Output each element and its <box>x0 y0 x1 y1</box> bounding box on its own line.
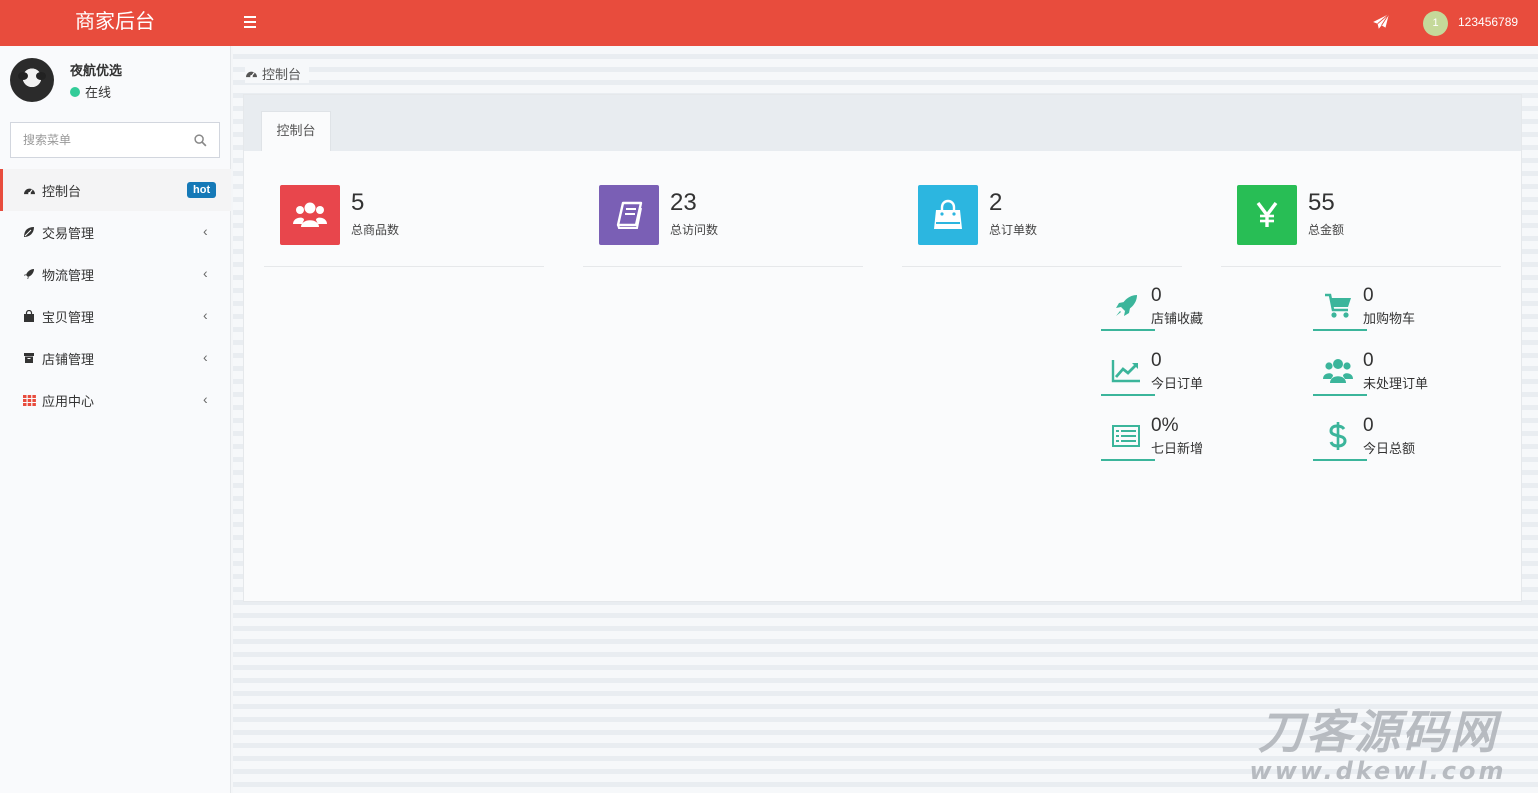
online-status: 在线 <box>70 82 111 101</box>
sidebar-item-trade[interactable]: 交易管理 ‹ <box>0 211 231 253</box>
mini-stat-label: 未处理订单 <box>1363 376 1429 391</box>
mini-stat-cart: 0 加购物车 <box>1313 285 1503 341</box>
status-dot-icon <box>70 86 80 97</box>
user-name[interactable]: 123456789 <box>1458 15 1518 29</box>
yen-icon <box>1237 185 1297 245</box>
stat-card-products: 5 总商品数 <box>264 185 544 267</box>
user-panel: 夜航优选 在线 <box>0 46 231 110</box>
dollar-icon <box>1321 421 1355 451</box>
users-icon <box>280 185 340 245</box>
breadcrumb-item[interactable]: 控制台 <box>262 64 301 83</box>
sidebar-item-goods[interactable]: 宝贝管理 ‹ <box>0 295 231 337</box>
top-header: 商家后台 1 123456789 <box>0 0 1538 46</box>
breadcrumb: 控制台 <box>245 64 310 83</box>
stat-label: 总访问数 <box>670 223 719 237</box>
search-icon[interactable] <box>194 134 207 147</box>
sidebar-item-label: 店铺管理 <box>42 351 95 367</box>
stat-label: 总金额 <box>1308 223 1345 237</box>
tab-bar: 控制台 <box>244 95 1521 151</box>
mini-stat-label: 今日订单 <box>1151 376 1204 391</box>
stat-value: 23 <box>670 189 697 216</box>
sidebar-item-apps[interactable]: 应用中心 ‹ <box>0 379 231 421</box>
mini-stat-today-total: 0 今日总额 <box>1313 415 1503 471</box>
rocket-icon <box>1109 291 1143 321</box>
stat-value: 5 <box>351 189 365 216</box>
stat-value: 55 <box>1308 189 1335 216</box>
hot-badge: hot <box>187 182 217 198</box>
sidebar-item-label: 交易管理 <box>42 225 95 241</box>
accent-underline <box>1101 459 1155 461</box>
profile-name: 夜航优选 <box>70 63 123 78</box>
menu-toggle-icon[interactable] <box>244 11 264 33</box>
mini-stat-favorites: 0 店铺收藏 <box>1101 285 1291 341</box>
cart-icon <box>1321 291 1355 321</box>
users-icon <box>1321 356 1355 386</box>
mini-stat-label: 今日总额 <box>1363 441 1416 456</box>
sidebar-item-shop[interactable]: 店铺管理 ‹ <box>0 337 231 379</box>
stat-card-visits: 23 总访问数 <box>583 185 863 267</box>
shopping-bag-icon <box>22 309 36 323</box>
mini-stat-label: 七日新增 <box>1151 441 1204 456</box>
mini-stat-weekly-growth: 0% 七日新增 <box>1101 415 1291 471</box>
watermark: 刀客源码网 www.dkewl.com <box>1228 706 1528 784</box>
leaf-icon <box>22 225 36 239</box>
sidebar-item-label: 宝贝管理 <box>42 309 95 325</box>
chevron-left-icon: ‹ <box>203 307 208 323</box>
mini-stat-value: 0 <box>1151 285 1162 306</box>
mini-stat-label: 店铺收藏 <box>1151 311 1204 326</box>
stat-label: 总商品数 <box>351 223 400 237</box>
chevron-left-icon: ‹ <box>203 349 208 365</box>
search-input[interactable] <box>11 123 181 157</box>
accent-underline <box>1101 329 1155 331</box>
mini-stat-value: 0% <box>1151 415 1179 436</box>
sidebar-item-dashboard[interactable]: 控制台 hot <box>0 169 231 211</box>
status-text: 在线 <box>85 85 112 100</box>
tab-dashboard[interactable]: 控制台 <box>261 111 331 151</box>
profile-avatar <box>10 58 54 102</box>
grid-icon <box>22 393 36 407</box>
sidebar-item-label: 控制台 <box>42 183 82 199</box>
book-icon <box>599 185 659 245</box>
shopping-bag-icon <box>918 185 978 245</box>
accent-underline <box>1313 394 1367 396</box>
mini-stat-value: 0 <box>1363 415 1374 436</box>
line-chart-icon <box>1109 356 1143 386</box>
stat-card-amount: 55 总金额 <box>1221 185 1501 267</box>
stat-label: 总订单数 <box>989 223 1038 237</box>
accent-underline <box>1313 459 1367 461</box>
accent-underline <box>1101 394 1155 396</box>
dashboard-panel: 控制台 5 总商品数 23 总访问数 2 总订单数 55 总金额 0 店铺收藏 … <box>243 94 1522 602</box>
sidebar-item-label: 物流管理 <box>42 267 95 283</box>
dashboard-icon <box>22 183 36 197</box>
stat-card-orders: 2 总订单数 <box>902 185 1182 267</box>
list-alt-icon <box>1109 421 1143 451</box>
mini-stat-value: 0 <box>1363 285 1374 306</box>
user-avatar[interactable]: 1 <box>1423 11 1448 36</box>
dashboard-icon <box>246 71 257 78</box>
mini-stat-label: 加购物车 <box>1363 311 1416 326</box>
main-content: 控制台 控制台 5 总商品数 23 总访问数 2 总订单数 55 总金额 0 店… <box>233 46 1538 793</box>
mini-stat-pending-orders: 0 未处理订单 <box>1313 350 1503 406</box>
chevron-left-icon: ‹ <box>203 265 208 281</box>
accent-underline <box>1313 329 1367 331</box>
chevron-left-icon: ‹ <box>203 391 208 407</box>
menu-search <box>10 122 220 158</box>
watermark-title: 刀客源码网 <box>1258 705 1498 759</box>
mini-stat-value: 0 <box>1151 350 1162 371</box>
stat-value: 2 <box>989 189 1003 216</box>
sidebar: 夜航优选 在线 控制台 hot 交易管理 ‹ <box>0 46 231 793</box>
mini-stat-today-orders: 0 今日订单 <box>1101 350 1291 406</box>
chevron-left-icon: ‹ <box>203 223 208 239</box>
sidebar-item-logistics[interactable]: 物流管理 ‹ <box>0 253 231 295</box>
sidebar-item-label: 应用中心 <box>42 393 95 409</box>
rocket-icon <box>22 267 36 281</box>
paper-plane-icon[interactable] <box>1372 13 1390 31</box>
app-title[interactable]: 商家后台 <box>0 0 230 46</box>
box-icon <box>22 351 36 365</box>
watermark-url: www.dkewl.com <box>1249 757 1507 785</box>
mini-stat-value: 0 <box>1363 350 1374 371</box>
sidebar-menu: 控制台 hot 交易管理 ‹ 物流管理 ‹ 宝贝管理 ‹ 店铺管理 ‹ 应用中心… <box>0 169 231 421</box>
